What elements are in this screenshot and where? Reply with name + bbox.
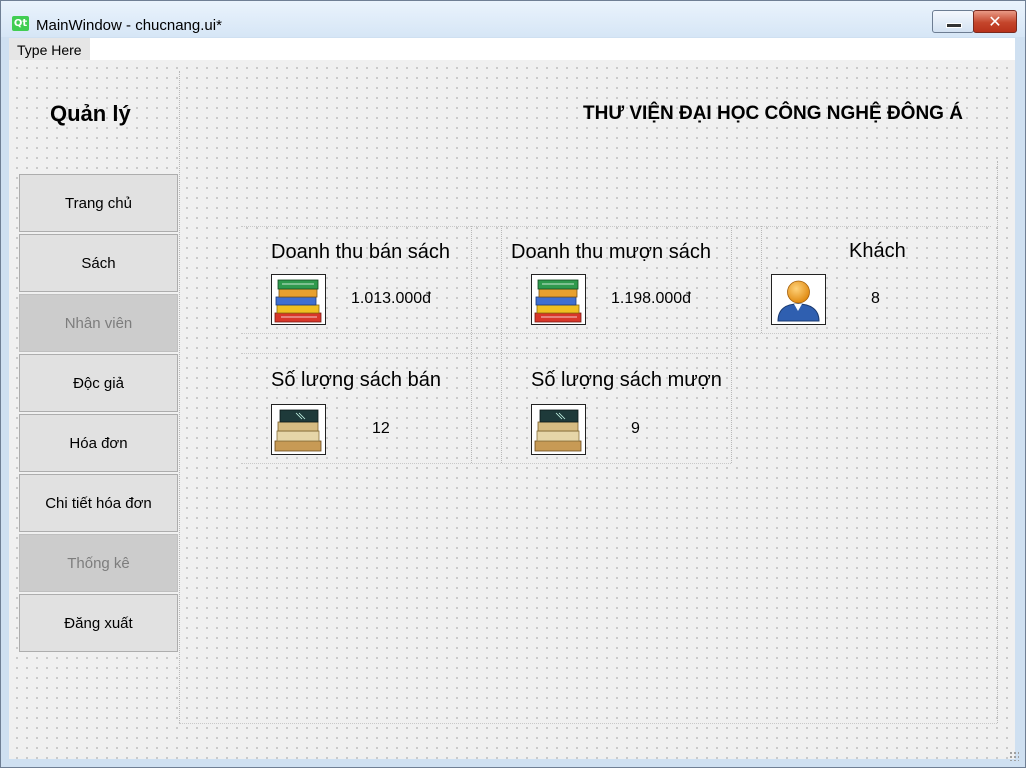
layout-guide — [241, 353, 731, 354]
layout-guide — [241, 333, 991, 334]
layout-guide — [179, 723, 997, 724]
layout-guide — [501, 226, 502, 463]
management-heading: Quản lý — [50, 101, 131, 126]
customers-value: 8 — [871, 290, 880, 307]
window-title: MainWindow - chucnang.ui* — [36, 17, 222, 34]
sidebar-item-readers[interactable]: Độc giả — [19, 354, 178, 412]
books-sold-value: 12 — [372, 420, 390, 437]
layout-guide — [241, 463, 731, 464]
resize-grip-icon[interactable] — [1009, 751, 1019, 761]
sidebar-item-invoices[interactable]: Hóa đơn — [19, 414, 178, 472]
minimize-button[interactable] — [932, 10, 974, 33]
borrow-revenue-value: 1.198.000đ — [611, 290, 692, 307]
main-window: Qt MainWindow - chucnang.ui* ✕ Type Here… — [0, 0, 1026, 768]
old-books-icon — [531, 404, 586, 455]
layout-guide — [471, 226, 472, 463]
menu-bar: Type Here — [9, 38, 1015, 60]
menu-type-here[interactable]: Type Here — [9, 38, 90, 60]
layout-guide — [241, 226, 991, 227]
colorful-books-icon — [271, 274, 326, 325]
library-heading: THƯ VIỆN ĐẠI HỌC CÔNG NGHỆ ĐÔNG Á — [583, 103, 963, 124]
sidebar-item-home[interactable]: Trang chủ — [19, 174, 178, 232]
sidebar-item-staff[interactable]: Nhân viên — [19, 294, 178, 352]
title-bar[interactable]: Qt MainWindow - chucnang.ui* ✕ — [1, 1, 1025, 37]
close-button[interactable]: ✕ — [973, 10, 1017, 33]
customers-title: Khách — [849, 240, 906, 262]
books-sold-title: Số lượng sách bán — [271, 369, 441, 391]
colorful-books-icon — [531, 274, 586, 325]
layout-guide — [731, 226, 732, 463]
qt-logo-icon: Qt — [12, 16, 29, 31]
sales-revenue-title: Doanh thu bán sách — [271, 241, 451, 263]
user-icon — [771, 274, 826, 325]
layout-guide — [997, 161, 998, 723]
sidebar-item-invoice-details[interactable]: Chi tiết hóa đơn — [19, 474, 178, 532]
books-borrowed-title: Số lượng sách mượn — [531, 369, 722, 391]
layout-guide — [761, 226, 762, 333]
borrow-revenue-title: Doanh thu mượn sách — [511, 241, 711, 263]
sales-revenue-value: 1.013.000đ — [351, 290, 432, 307]
sidebar-item-statistics[interactable]: Thống kê — [19, 534, 178, 592]
sidebar-item-logout[interactable]: Đăng xuất — [19, 594, 178, 652]
books-borrowed-value: 9 — [631, 420, 640, 437]
old-books-icon — [271, 404, 326, 455]
sidebar-item-books[interactable]: Sách — [19, 234, 178, 292]
layout-guide — [179, 71, 180, 723]
